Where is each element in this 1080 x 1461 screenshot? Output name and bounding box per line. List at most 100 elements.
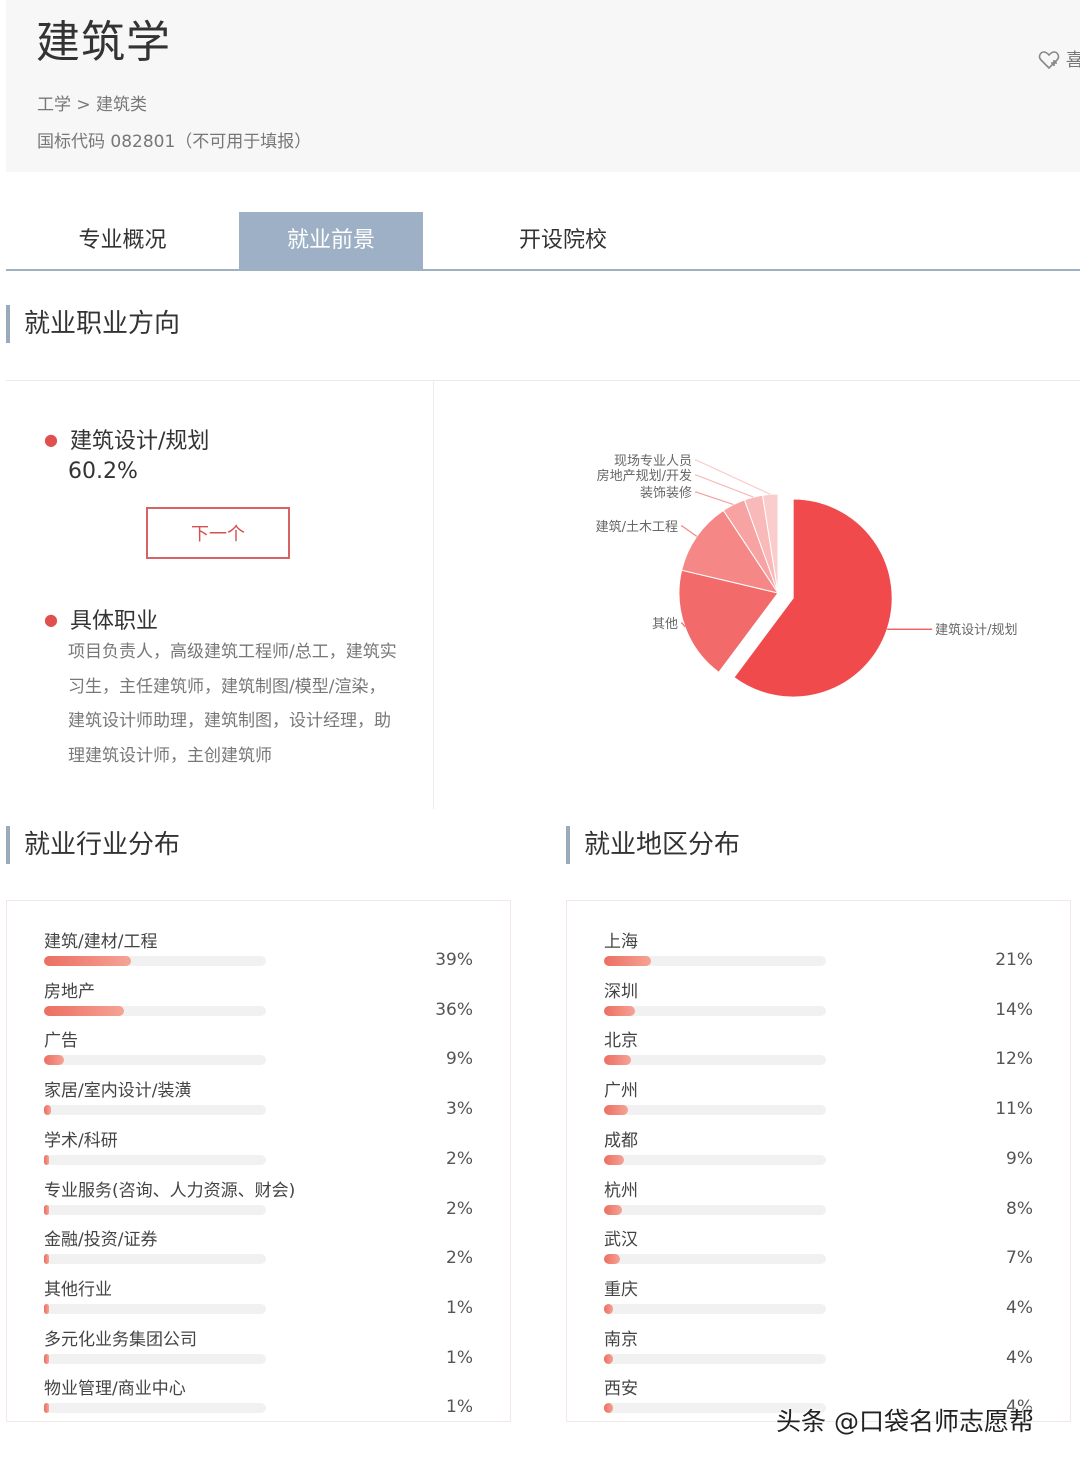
region-label: 北京 xyxy=(604,1031,638,1052)
industry-bar-track xyxy=(44,1353,266,1364)
industry-bar-fill xyxy=(44,1005,124,1016)
region-bar-track xyxy=(604,1303,826,1314)
industry-value: 2% xyxy=(446,1248,473,1269)
industry-row: 建筑/建材/工程 39% xyxy=(7,927,510,971)
like-label: 喜 xyxy=(1065,50,1080,71)
region-row: 重庆 4% xyxy=(567,1275,1070,1319)
tab-overview[interactable]: 专业概况 xyxy=(6,212,239,269)
region-bar-track xyxy=(604,1055,826,1066)
industry-bar-fill xyxy=(44,1403,49,1414)
pie-label: 房地产规划/开发 xyxy=(597,468,692,484)
pie-label: 建筑/土木工程 xyxy=(596,519,678,535)
industry-label: 多元化业务集团公司 xyxy=(44,1329,197,1350)
region-bar-track xyxy=(604,1204,826,1215)
next-button[interactable]: 下一个 xyxy=(146,507,290,559)
industry-list: 建筑/建材/工程 39% 房地产 36% 广告 9% 家居/室内设计/装潢 3% 学术/科研 2%… xyxy=(6,900,511,1422)
breadcrumb[interactable]: 工学 > 建筑类 xyxy=(37,90,147,115)
region-label: 深圳 xyxy=(604,981,638,1002)
industry-value: 1% xyxy=(446,1347,473,1368)
career-detail: ● 建筑设计/规划 60.2% 下一个 ● 具体职业 项目负责人，高级建筑工程师/总… xyxy=(6,381,434,809)
region-bar-fill xyxy=(604,1005,636,1016)
industry-bar-track xyxy=(44,1005,266,1016)
industry-label: 广告 xyxy=(44,1031,78,1052)
region-bar-track xyxy=(604,1353,826,1364)
region-bar-track xyxy=(604,1105,826,1116)
region-label: 杭州 xyxy=(604,1180,638,1201)
tab-schools[interactable]: 开设院校 xyxy=(463,212,663,269)
industry-bar-track xyxy=(44,956,266,966)
industry-value: 36% xyxy=(435,999,473,1020)
tab-bar: 专业概况 就业前景 开设院校 xyxy=(6,212,1080,271)
region-label: 广州 xyxy=(604,1081,638,1102)
region-label: 重庆 xyxy=(604,1279,638,1300)
industry-value: 1% xyxy=(446,1297,473,1318)
jobs-heading: ● 具体职业 xyxy=(44,603,158,635)
industry-bar-fill xyxy=(44,1204,49,1215)
region-row: 杭州 8% xyxy=(567,1176,1070,1220)
pie-leader-line xyxy=(681,525,698,537)
region-label: 上海 xyxy=(604,932,638,952)
bullet-icon: ● xyxy=(44,610,58,629)
region-bar-track xyxy=(604,956,826,966)
industry-label: 其他行业 xyxy=(44,1279,112,1300)
industry-label: 物业管理/商业中心 xyxy=(44,1379,186,1400)
region-value: 21% xyxy=(995,950,1033,970)
heart-plus-icon xyxy=(1038,50,1066,71)
region-label: 南京 xyxy=(604,1329,638,1350)
industry-bar-track xyxy=(44,1403,266,1414)
region-value: 4% xyxy=(1006,1347,1033,1368)
pie-label: 其他 xyxy=(652,617,678,632)
region-bar-fill xyxy=(604,1353,613,1364)
region-value: 9% xyxy=(1006,1148,1033,1169)
pie-leader-line xyxy=(695,491,734,506)
region-row: 北京 12% xyxy=(567,1026,1070,1070)
region-heading: 就业地区分布 xyxy=(566,826,740,864)
industry-label: 家居/室内设计/装潢 xyxy=(44,1081,192,1102)
industry-label: 房地产 xyxy=(44,981,95,1002)
region-row: 武汉 7% xyxy=(567,1225,1070,1269)
jobs-heading-label: 具体职业 xyxy=(69,609,158,634)
industry-heading: 就业行业分布 xyxy=(6,826,180,864)
region-bar-track xyxy=(604,1154,826,1165)
bullet-icon: ● xyxy=(44,430,58,449)
pie-label: 装饰装修 xyxy=(640,486,692,501)
region-bar-fill xyxy=(604,1403,613,1414)
industry-label: 金融/投资/证券 xyxy=(44,1230,158,1251)
pie-label: 现场专业人员 xyxy=(614,454,692,469)
career-pie-chart: 建筑设计/规划 其他 建筑/土木工程 装饰装修 房地产规划/开发 现场专业人员 xyxy=(434,381,1080,809)
industry-bar-fill xyxy=(44,1303,49,1314)
region-row: 上海 21% xyxy=(567,927,1070,971)
region-bar-fill xyxy=(604,956,651,966)
tab-employment[interactable]: 就业前景 xyxy=(239,212,423,269)
industry-bar-fill xyxy=(44,956,131,966)
industry-bar-track xyxy=(44,1154,266,1165)
industry-row: 多元化业务集团公司 1% xyxy=(7,1325,510,1369)
national-code: 国标代码 082801（不可用于填报） xyxy=(37,132,312,152)
industry-row: 家居/室内设计/装潢 3% xyxy=(7,1076,510,1120)
industry-bar-track xyxy=(44,1303,266,1314)
industry-bar-track xyxy=(44,1254,266,1265)
industry-value: 1% xyxy=(446,1397,473,1418)
industry-bar-track xyxy=(44,1055,266,1066)
top-direction-label: 建筑设计/规划 xyxy=(69,429,210,454)
pie-leader-line xyxy=(695,474,754,498)
region-list: 上海 21% 深圳 14% 北京 12% 广州 11% 成都 9% 杭州 8% 武汉 7% 重庆 4% 南京 4%… xyxy=(566,900,1071,1422)
industry-value: 39% xyxy=(435,950,473,970)
region-bar-track xyxy=(604,1005,826,1016)
region-row: 南京 4% xyxy=(567,1325,1070,1369)
pie-label: 建筑设计/规划 xyxy=(935,622,1017,638)
pie-svg: 建筑设计/规划 其他 建筑/土木工程 装饰装修 房地产规划/开发现场专业人员 xyxy=(596,454,1018,698)
career-direction-heading: 就业职业方向 xyxy=(6,305,180,343)
region-value: 4% xyxy=(1006,1297,1033,1318)
industry-row: 专业服务(咨询、人力资源、财会) 2% xyxy=(7,1176,510,1220)
region-bar-fill xyxy=(604,1204,622,1215)
industry-row: 金融/投资/证券 2% xyxy=(7,1225,510,1269)
region-bar-fill xyxy=(604,1105,629,1116)
region-row: 成都 9% xyxy=(567,1126,1070,1170)
industry-label: 学术/科研 xyxy=(44,1130,118,1151)
industry-row: 学术/科研 2% xyxy=(7,1126,510,1170)
region-bar-fill xyxy=(604,1055,631,1066)
like-button[interactable]: 喜 xyxy=(1038,46,1080,72)
region-value: 12% xyxy=(995,1049,1033,1070)
industry-row: 物业管理/商业中心 1% xyxy=(7,1374,510,1418)
